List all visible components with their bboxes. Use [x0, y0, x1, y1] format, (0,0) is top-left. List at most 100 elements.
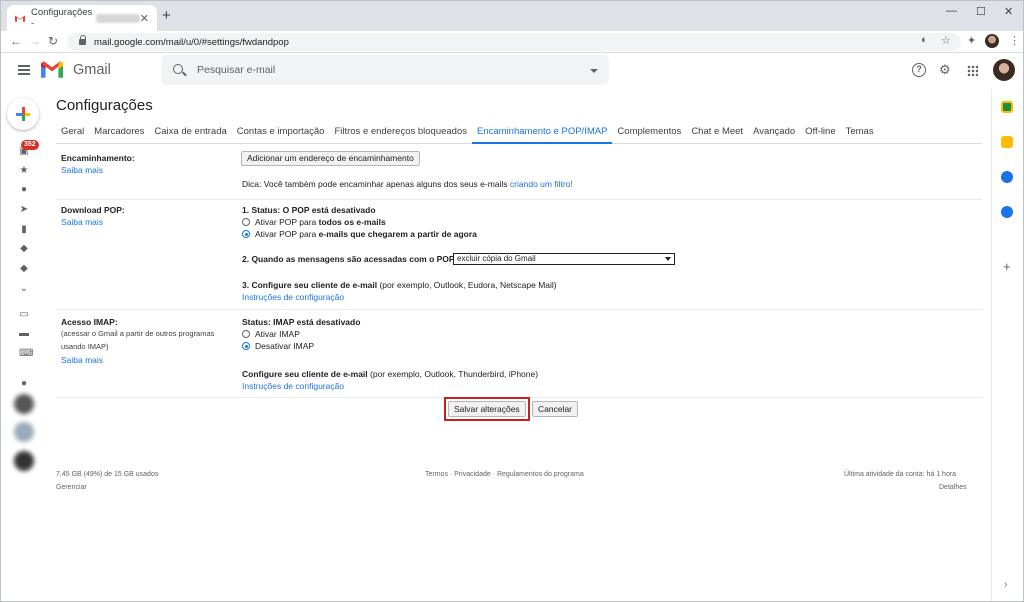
search-icon[interactable] [173, 64, 183, 74]
sent-icon[interactable]: ➤ [19, 205, 29, 215]
bookmark-star-icon[interactable]: ☆ [941, 34, 951, 47]
meet-join-icon[interactable]: ▬ [19, 329, 29, 339]
search-placeholder: Pesquisar e-mail [197, 64, 276, 76]
chat-contact-avatar[interactable] [14, 394, 34, 414]
imap-description-line1: (acessar o Gmail a partir de outros prog… [61, 329, 215, 338]
meet-new-icon[interactable]: ▭ [19, 310, 29, 320]
drafts-icon[interactable]: ▮ [19, 225, 29, 235]
gmail-wordmark: Gmail [73, 62, 111, 78]
site-settings-icon[interactable]: ◐ [921, 34, 928, 46]
more-chevron-icon[interactable]: ⌄ [19, 284, 29, 294]
create-filter-link[interactable]: criando um filtro! [510, 179, 573, 189]
imap-enable-option[interactable]: Ativar IMAP [242, 329, 300, 339]
back-icon[interactable]: ← [10, 34, 22, 48]
label-icon[interactable]: ◆ [19, 244, 29, 254]
maximize-icon[interactable]: ☐ [976, 5, 986, 18]
imap-label: Acesso IMAP: [61, 317, 118, 327]
pop-label: Download POP: [61, 205, 125, 215]
keep-icon[interactable] [1001, 136, 1013, 148]
add-forwarding-address-button[interactable]: Adicionar um endereço de encaminhamento [241, 151, 420, 166]
tab-filtros[interactable]: Filtros e endereços bloqueados [329, 123, 472, 144]
pop-status: 1. Status: O POP está desativado [242, 205, 376, 215]
minimize-icon[interactable]: — [946, 5, 957, 17]
browser-tab[interactable]: Configurações - ✕ [7, 5, 157, 31]
add-addon-icon[interactable]: + [1003, 259, 1011, 274]
pop-now-radio[interactable] [242, 230, 250, 238]
activity-details-link[interactable]: Detalhes [939, 484, 967, 491]
pop-option-all[interactable]: Ativar POP para todos os e-mails [242, 217, 386, 227]
imap-disable-option[interactable]: Desativar IMAP [242, 341, 314, 351]
pop-option-now[interactable]: Ativar POP para e-mails que chegarem a p… [242, 229, 477, 239]
keyboard-icon[interactable]: ⌨ [19, 349, 33, 359]
main-menu-icon[interactable] [18, 65, 30, 75]
pop-all-radio[interactable] [242, 218, 250, 226]
tab-temas[interactable]: Temas [841, 123, 879, 144]
gear-icon[interactable]: ⚙ [939, 63, 951, 77]
imap-configure: Configure seu cliente de e-mail (por exe… [242, 369, 538, 379]
chat-contact-avatar-3[interactable] [14, 451, 34, 471]
search-options-icon[interactable] [590, 69, 598, 73]
side-panel-expand-icon[interactable]: › [1004, 579, 1007, 590]
imap-instructions-link[interactable]: Instruções de configuração [242, 381, 344, 391]
tab-marcadores[interactable]: Marcadores [89, 123, 149, 144]
tab-avancado[interactable]: Avançado [748, 123, 800, 144]
chat-icon[interactable]: ● [19, 379, 29, 389]
pop-step3-rest: (por exemplo, Outlook, Eudora, Netscape … [379, 280, 557, 290]
footer-links[interactable]: Termos · Privacidade · Regulamentos do p… [425, 471, 584, 478]
imap-enable-radio[interactable] [242, 330, 250, 338]
url-text: mail.google.com/mail/u/0/#settings/fwdan… [94, 36, 289, 48]
tab-caixa-de-entrada[interactable]: Caixa de entrada [149, 123, 231, 144]
gmail-header: Gmail Pesquisar e-mail ? ⚙ [1, 53, 1023, 89]
chat-contact-avatar-2[interactable] [14, 422, 34, 442]
cancel-button[interactable]: Cancelar [532, 401, 579, 417]
browser-tab-strip: Configurações - ✕ + — ☐ ✕ [1, 1, 1023, 31]
tab-complementos[interactable]: Complementos [612, 123, 686, 144]
tab-off-line[interactable]: Off-line [800, 123, 840, 144]
gmail-settings-window: Configurações - ✕ + — ☐ ✕ ← → ↻ mail.goo… [0, 0, 1024, 602]
imap-disable-radio[interactable] [242, 342, 250, 350]
imap-description: (acessar o Gmail a partir de outros prog… [61, 327, 214, 353]
inbox-unread-badge: 352 [21, 140, 39, 150]
google-apps-icon[interactable] [967, 65, 978, 76]
contacts-icon[interactable] [1001, 206, 1013, 218]
extensions-icon[interactable]: ✦ [967, 34, 976, 47]
forward-icon[interactable]: → [29, 34, 41, 48]
help-icon[interactable]: ? [912, 63, 926, 77]
pop-action-select[interactable]: excluir cópia do Gmail [453, 253, 675, 265]
label-icon-2[interactable]: ◆ [19, 264, 29, 274]
browser-toolbar: ← → ↻ mail.google.com/mail/u/0/#settings… [1, 31, 1023, 53]
tab-contas-e-importacao[interactable]: Contas e importação [232, 123, 330, 144]
pop-option-now-bold: e-mails que chegarem a partir de agora [318, 229, 477, 239]
tab-chat-e-meet[interactable]: Chat e Meet [686, 123, 748, 144]
tasks-icon[interactable] [1001, 171, 1013, 183]
tab-close-icon[interactable]: ✕ [140, 12, 149, 25]
calendar-icon[interactable] [1001, 101, 1013, 113]
forwarding-learn-more-link[interactable]: Saiba mais [61, 165, 103, 175]
imap-description-line2: usando IMAP) [61, 342, 109, 351]
pop-learn-more-link[interactable]: Saiba mais [61, 217, 103, 227]
tab-title-redacted [96, 13, 140, 23]
tab-title: Configurações - [31, 7, 93, 29]
new-tab-icon[interactable]: + [162, 8, 171, 24]
select-chevron-down-icon [665, 257, 671, 261]
pop-step3-bold: 3. Configure seu cliente de e-mail [242, 280, 378, 290]
reload-icon[interactable]: ↻ [48, 34, 58, 48]
tab-encaminhamento-pop-imap[interactable]: Encaminhamento e POP/IMAP [472, 123, 613, 144]
forwarding-section: Encaminhamento: Saiba mais Adicionar um … [56, 145, 982, 200]
manage-storage-link[interactable]: Gerenciar [56, 484, 87, 491]
forwarding-tip: Dica: Você também pode encaminhar apenas… [242, 179, 573, 189]
search-input[interactable]: Pesquisar e-mail [161, 55, 609, 85]
save-button[interactable]: Salvar alterações [448, 401, 526, 417]
account-avatar[interactable] [993, 59, 1015, 81]
snoozed-icon[interactable]: ● [19, 185, 29, 195]
browser-profile-avatar[interactable] [985, 34, 999, 48]
imap-learn-more-link[interactable]: Saiba mais [61, 355, 103, 365]
tab-geral[interactable]: Geral [56, 123, 89, 144]
pop-instructions-link[interactable]: Instruções de configuração [242, 292, 344, 302]
starred-icon[interactable]: ★ [19, 166, 29, 176]
browser-menu-icon[interactable]: ⋮ [1009, 34, 1020, 47]
address-bar[interactable]: mail.google.com/mail/u/0/#settings/fwdan… [67, 33, 961, 51]
compose-button[interactable] [7, 98, 39, 130]
window-close-icon[interactable]: ✕ [1004, 5, 1013, 18]
lock-icon [79, 35, 86, 46]
